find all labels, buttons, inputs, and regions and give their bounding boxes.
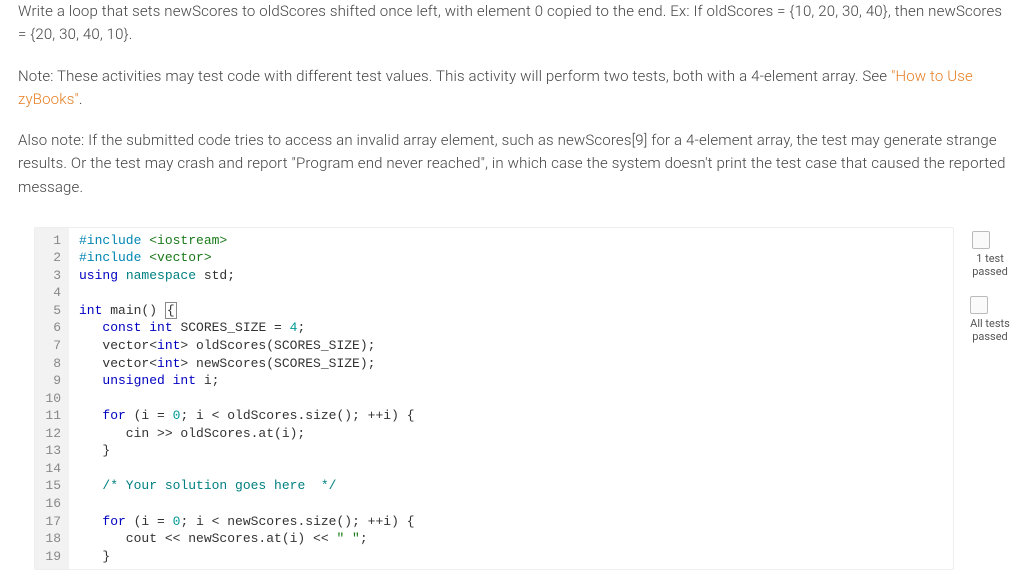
note-1: Note: These activities may test code wit… [18, 65, 1006, 112]
code-line[interactable]: vector<int> newScores(SCORES_SIZE); [79, 355, 415, 373]
note-1-suffix: . [79, 90, 83, 108]
code-content[interactable]: #include <iostream>#include <vector>usin… [69, 228, 425, 569]
code-line[interactable] [79, 495, 415, 513]
line-number: 14 [41, 460, 61, 478]
instructions-block: Write a loop that sets newScores to oldS… [0, 0, 1024, 227]
line-number: 2 [41, 249, 61, 267]
code-line[interactable]: for (i = 0; i < newScores.size(); ++i) { [79, 513, 415, 531]
code-line[interactable] [79, 390, 415, 408]
code-line[interactable]: } [79, 442, 415, 460]
line-number: 8 [41, 355, 61, 373]
code-line[interactable]: unsigned int i; [79, 372, 415, 390]
line-number-gutter: 12345678910111213141516171819 [35, 228, 69, 569]
line-number: 9 [41, 372, 61, 390]
code-line[interactable]: cout << newScores.at(i) << " "; [79, 530, 415, 548]
test-status-item-1: 1 test passed [972, 231, 1008, 278]
code-line[interactable]: for (i = 0; i < oldScores.size(); ++i) { [79, 407, 415, 425]
code-line[interactable]: cin >> oldScores.at(i); [79, 425, 415, 443]
note-2: Also note: If the submitted code tries t… [18, 129, 1006, 199]
line-number: 15 [41, 477, 61, 495]
line-number: 13 [41, 442, 61, 460]
code-line[interactable]: /* Your solution goes here */ [79, 477, 415, 495]
code-line[interactable]: int main() { [79, 302, 415, 320]
line-number: 6 [41, 319, 61, 337]
code-line[interactable] [79, 284, 415, 302]
test-status-item-2: All tests passed [970, 296, 1010, 343]
problem-statement: Write a loop that sets newScores to oldS… [18, 0, 1006, 47]
code-editor[interactable]: 12345678910111213141516171819 #include <… [34, 227, 954, 570]
line-number: 12 [41, 425, 61, 443]
line-number: 7 [41, 337, 61, 355]
line-number: 3 [41, 267, 61, 285]
checkbox-icon [972, 231, 990, 249]
line-number: 16 [41, 495, 61, 513]
test-status-label: 1 test passed [972, 252, 1008, 278]
test-status-label: All tests passed [970, 317, 1010, 343]
code-line[interactable]: using namespace std; [79, 267, 415, 285]
line-number: 4 [41, 284, 61, 302]
line-number: 18 [41, 530, 61, 548]
line-number: 10 [41, 390, 61, 408]
line-number: 1 [41, 232, 61, 250]
note-1-text: Note: These activities may test code wit… [18, 67, 891, 85]
workspace-row: 12345678910111213141516171819 #include <… [0, 227, 1024, 570]
line-number: 11 [41, 407, 61, 425]
test-status-panel: 1 test passed All tests passed [962, 227, 1018, 570]
code-line[interactable]: #include <vector> [79, 249, 415, 267]
code-line[interactable] [79, 460, 415, 478]
code-line[interactable]: const int SCORES_SIZE = 4; [79, 319, 415, 337]
checkbox-icon [970, 296, 988, 314]
code-line[interactable]: } [79, 548, 415, 566]
code-line[interactable]: #include <iostream> [79, 232, 415, 250]
line-number: 5 [41, 302, 61, 320]
code-line[interactable]: vector<int> oldScores(SCORES_SIZE); [79, 337, 415, 355]
line-number: 19 [41, 548, 61, 566]
line-number: 17 [41, 513, 61, 531]
